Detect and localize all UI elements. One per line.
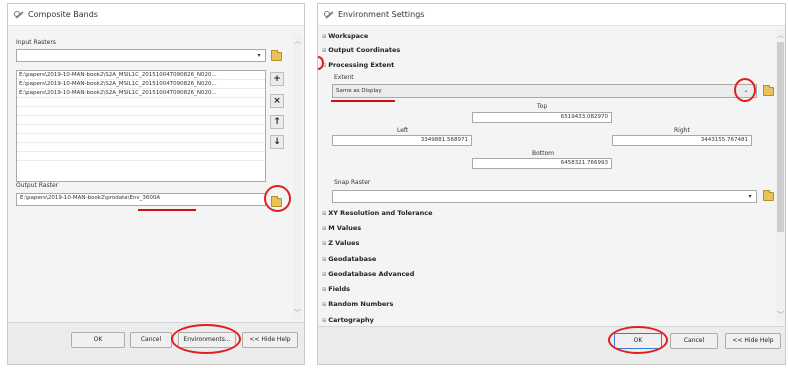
- annotation-circle: [734, 78, 756, 102]
- ok-button[interactable]: OK: [71, 332, 125, 348]
- input-rasters-label: Input Rasters: [16, 39, 56, 46]
- window-title: Environment Settings: [338, 10, 425, 19]
- output-raster-field[interactable]: E:\papers\2019-10-MAN-book2\prodata\Env_…: [16, 193, 266, 206]
- tool-icon: [324, 10, 334, 20]
- list-item[interactable]: E:\papers\2019-10-MAN-book2\S2A_MSIL1C_2…: [17, 80, 265, 89]
- section-workspace[interactable]: ⊞ Workspace: [322, 32, 368, 40]
- composite-bands-titlebar: Composite Bands: [8, 4, 304, 26]
- list-item: [17, 143, 265, 152]
- folder-open-icon[interactable]: [271, 50, 282, 61]
- scroll-up-icon[interactable]: ︿: [293, 36, 302, 46]
- bottom-label: Bottom: [532, 150, 555, 157]
- annotation-circle: [264, 185, 291, 212]
- extent-label: Extent: [334, 74, 354, 81]
- cancel-button[interactable]: Cancel: [130, 332, 172, 348]
- scroll-up-icon[interactable]: ︿: [776, 30, 785, 40]
- snap-raster-dropdown[interactable]: [332, 190, 757, 203]
- chevron-down-icon[interactable]: ▾: [255, 52, 263, 60]
- annotation-underline: [331, 100, 395, 102]
- environment-settings-window: Environment Settings ⊞ Workspace ⊞ Output …: [317, 3, 786, 365]
- section-geodatabase-advanced[interactable]: ⊞ Geodatabase Advanced: [322, 270, 414, 278]
- hide-help-button[interactable]: << Hide Help: [725, 333, 781, 349]
- right-scrollbar[interactable]: ︿ ﹀: [776, 28, 785, 324]
- section-processing-extent[interactable]: ⊟ Processing Extent: [322, 61, 394, 69]
- scroll-down-icon[interactable]: ﹀: [776, 310, 785, 320]
- cancel-button[interactable]: Cancel: [670, 333, 718, 349]
- scroll-down-icon[interactable]: ﹀: [293, 308, 302, 318]
- chevron-down-icon[interactable]: ▾: [746, 193, 754, 201]
- section-fields[interactable]: ⊞ Fields: [322, 285, 350, 293]
- list-item: [17, 98, 265, 107]
- annotation-circle: [608, 326, 668, 354]
- snap-raster-label: Snap Raster: [334, 179, 371, 186]
- move-up-button[interactable]: ↑: [270, 115, 284, 129]
- output-raster-value: E:\papers\2019-10-MAN-book2\prodata\Env_…: [20, 195, 161, 201]
- section-xy-resolution[interactable]: ⊞ XY Resolution and Tolerance: [322, 209, 433, 217]
- list-item: [17, 125, 265, 134]
- remove-button[interactable]: ×: [270, 94, 284, 108]
- section-random-numbers[interactable]: ⊞ Random Numbers: [322, 300, 393, 308]
- list-item: [17, 134, 265, 143]
- extent-dropdown[interactable]: Same as Display: [332, 84, 757, 98]
- section-cartography[interactable]: ⊞ Cartography: [322, 316, 374, 324]
- left-label: Left: [397, 127, 409, 134]
- list-item[interactable]: E:\papers\2019-10-MAN-book2\S2A_MSIL1C_2…: [17, 89, 265, 98]
- output-raster-label: Output Raster: [16, 182, 59, 189]
- move-down-button[interactable]: ↓: [270, 135, 284, 149]
- section-m-values[interactable]: ⊞ M Values: [322, 224, 361, 232]
- section-output-coordinates[interactable]: ⊞ Output Coordinates: [322, 46, 400, 54]
- right-label: Right: [674, 127, 690, 134]
- annotation-circle: [171, 324, 241, 354]
- bottom-input[interactable]: 6458321.766993: [472, 158, 612, 169]
- environment-settings-titlebar: Environment Settings: [318, 4, 785, 26]
- top-input[interactable]: 6519433.082970: [472, 112, 612, 123]
- input-rasters-dropdown[interactable]: [16, 49, 266, 62]
- list-item: [17, 152, 265, 161]
- composite-bands-window: Composite Bands Input Rasters ▾ E:\paper…: [7, 3, 305, 365]
- window-title: Composite Bands: [28, 10, 98, 19]
- input-rasters-list[interactable]: E:\papers\2019-10-MAN-book2\S2A_MSIL1C_2…: [16, 70, 266, 182]
- top-label: Top: [537, 103, 548, 110]
- folder-open-icon[interactable]: [763, 85, 774, 96]
- left-input[interactable]: 3349881.568971: [332, 135, 472, 146]
- right-input[interactable]: 3443155.767481: [612, 135, 752, 146]
- annotation-underline: [138, 209, 196, 211]
- folder-open-icon[interactable]: [763, 190, 774, 201]
- section-z-values[interactable]: ⊞ Z Values: [322, 239, 359, 247]
- extent-value: Same as Display: [336, 88, 382, 94]
- tool-icon: [14, 10, 24, 20]
- list-item: [17, 116, 265, 125]
- section-geodatabase[interactable]: ⊞ Geodatabase: [322, 255, 376, 263]
- left-scrollbar[interactable]: ︿ ﹀: [293, 34, 302, 319]
- list-item[interactable]: E:\papers\2019-10-MAN-book2\S2A_MSIL1C_2…: [17, 71, 265, 80]
- hide-help-button[interactable]: << Hide Help: [242, 332, 298, 348]
- scrollbar-thumb[interactable]: [777, 42, 784, 232]
- add-button[interactable]: +: [270, 72, 284, 86]
- list-item: [17, 107, 265, 116]
